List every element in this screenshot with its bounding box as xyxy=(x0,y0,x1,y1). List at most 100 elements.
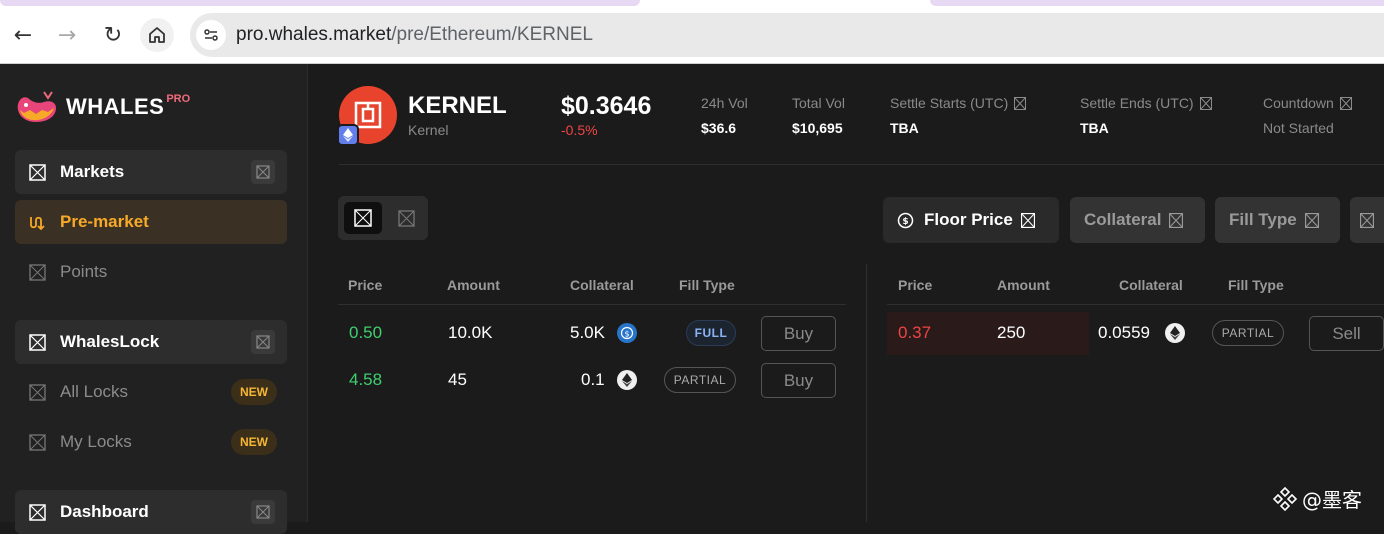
sell-col-price: Price xyxy=(898,277,933,293)
reload-button[interactable]: ↻ xyxy=(96,18,130,52)
sidebar-item-label: All Locks xyxy=(60,382,129,401)
svg-text:$: $ xyxy=(902,217,908,227)
buy-amount: 45 xyxy=(448,370,467,389)
info-icon[interactable] xyxy=(1339,96,1352,110)
buy-amount: 10.0K xyxy=(448,323,493,342)
whale-logo-icon xyxy=(17,91,57,122)
buy-header-divider xyxy=(338,304,846,305)
sell-price: 0.37 xyxy=(898,323,932,342)
price-change: -0.5% xyxy=(561,122,598,138)
collapse-icon[interactable] xyxy=(251,330,275,354)
view-toggle xyxy=(338,196,428,240)
usdc-icon: $ xyxy=(617,323,637,343)
token-symbol: KERNEL xyxy=(408,92,507,119)
forward-button[interactable]: → xyxy=(50,18,84,52)
stat-label: Settle Starts (UTC) xyxy=(890,95,1009,111)
buy-collateral: 5.0K xyxy=(570,323,605,342)
new-badge: NEW xyxy=(231,429,277,455)
buy-price: 4.58 xyxy=(349,370,383,389)
svg-text:$: $ xyxy=(624,330,629,339)
sidebar-item-whaleslock[interactable]: WhalesLock xyxy=(15,320,287,364)
info-icon[interactable] xyxy=(1014,96,1027,110)
collateral-filter-label: Collateral xyxy=(1084,210,1162,229)
fill-type-filter[interactable]: Fill Type xyxy=(1215,197,1340,243)
site-settings-icon[interactable] xyxy=(196,20,226,50)
stat-total-vol: Total Vol $10,695 xyxy=(792,95,845,136)
pre-market-icon xyxy=(30,216,45,230)
watermark: @墨客 xyxy=(1272,484,1362,513)
sell-amount: 250 xyxy=(997,323,1026,342)
sell-col-collateral: Collateral xyxy=(1119,277,1183,293)
collapse-icon[interactable] xyxy=(251,160,275,184)
ethereum-chain-icon xyxy=(337,124,359,146)
sidebar-item-points[interactable]: Points xyxy=(15,250,287,294)
sell-col-amount: Amount xyxy=(997,277,1050,293)
sidebar: WHALES PRO Markets Pre-market Points Wha… xyxy=(0,64,308,534)
markets-icon xyxy=(29,163,46,181)
eth-icon xyxy=(617,370,637,390)
stat-value: $36.6 xyxy=(701,120,737,136)
stat-24h-vol: 24h Vol $36.6 xyxy=(701,95,748,136)
sort-icon xyxy=(1020,212,1035,228)
buy-col-amount: Amount xyxy=(447,277,500,293)
sidebar-item-pre-market[interactable]: Pre-market xyxy=(15,200,287,244)
browser-tab[interactable] xyxy=(0,0,640,6)
view-toggle-option-1[interactable] xyxy=(344,202,382,234)
sell-header-divider xyxy=(887,304,1384,305)
address-bar[interactable]: pro.whales.market/pre/Ethereum/KERNEL xyxy=(190,13,1384,57)
buy-price: 0.50 xyxy=(349,323,383,342)
floor-price-label: Floor Price xyxy=(924,210,1013,229)
sidebar-item-label: Dashboard xyxy=(60,502,149,521)
points-icon xyxy=(29,263,46,281)
stat-label: Countdown xyxy=(1263,95,1334,111)
sell-button[interactable]: Sell xyxy=(1309,316,1384,351)
sidebar-item-all-locks[interactable]: All Locks NEW xyxy=(15,370,287,414)
main-content: KERNEL Kernel $0.3646 -0.5% 24h Vol $36.… xyxy=(309,64,1384,522)
sidebar-item-dashboard[interactable]: Dashboard xyxy=(15,490,287,534)
sidebar-item-label: Markets xyxy=(60,162,125,181)
browser-tab[interactable] xyxy=(930,0,1384,6)
my-locks-icon xyxy=(29,433,46,451)
whales-logo[interactable]: WHALES PRO xyxy=(14,88,190,126)
binance-square-icon xyxy=(1272,486,1298,511)
sort-icon xyxy=(1169,212,1184,228)
orderbook-divider xyxy=(866,264,867,522)
token-name: Kernel xyxy=(408,122,449,138)
sort-icon xyxy=(1304,212,1319,228)
buy-button[interactable]: Buy xyxy=(761,316,836,351)
stat-value: $10,695 xyxy=(792,120,843,136)
stat-settle-ends: Settle Ends (UTC) TBA xyxy=(1080,95,1212,136)
buy-button[interactable]: Buy xyxy=(761,363,836,398)
sidebar-item-label: WhalesLock xyxy=(60,332,160,351)
stat-settle-starts: Settle Starts (UTC) TBA xyxy=(890,95,1027,136)
back-arrow-icon: ← xyxy=(13,22,33,48)
buy-col-price: Price xyxy=(348,277,383,293)
reload-icon: ↻ xyxy=(103,22,123,48)
view-toggle-option-2[interactable] xyxy=(390,202,422,234)
buy-collateral: 0.1 xyxy=(581,370,605,389)
info-icon[interactable] xyxy=(1199,96,1212,110)
more-filter[interactable] xyxy=(1350,197,1384,243)
collateral-filter[interactable]: Collateral xyxy=(1070,197,1205,243)
url-text: pro.whales.market/pre/Ethereum/KERNEL xyxy=(236,24,593,45)
buy-col-fill-type: Fill Type xyxy=(679,277,735,293)
sell-col-fill-type: Fill Type xyxy=(1228,277,1284,293)
stat-label: Total Vol xyxy=(792,95,845,111)
eth-icon xyxy=(1165,323,1185,343)
sidebar-item-label: My Locks xyxy=(60,432,132,451)
fill-type-filter-label: Fill Type xyxy=(1229,210,1297,229)
home-button[interactable] xyxy=(140,18,174,52)
whaleslock-icon xyxy=(29,333,46,351)
sell-collateral: 0.0559 xyxy=(1098,323,1150,342)
browser-toolbar: ← → ↻ pro.whales.market/pre/Ethereum/KER… xyxy=(0,0,1384,64)
collapse-icon[interactable] xyxy=(251,500,275,524)
sidebar-item-markets[interactable]: Markets xyxy=(15,150,287,194)
sidebar-item-my-locks[interactable]: My Locks NEW xyxy=(15,420,287,464)
sidebar-item-label: Points xyxy=(60,262,108,281)
stat-value: TBA xyxy=(1080,120,1109,136)
buy-col-collateral: Collateral xyxy=(570,277,634,293)
back-button[interactable]: ← xyxy=(6,18,40,52)
watermark-text: @墨客 xyxy=(1302,488,1362,512)
floor-price-filter[interactable]: $ Floor Price xyxy=(883,197,1059,243)
stat-countdown: Countdown Not Started xyxy=(1263,95,1352,136)
